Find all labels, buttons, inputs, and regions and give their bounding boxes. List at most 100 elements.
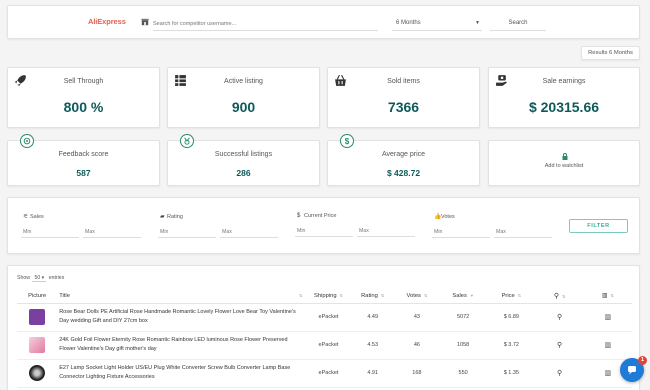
filter-label: Current Price	[304, 213, 337, 219]
sales-max-input[interactable]: Max	[83, 229, 141, 238]
stat-sold-items: Sold items 7366	[327, 67, 480, 128]
sales-min-input[interactable]: Min	[21, 229, 79, 238]
votes-min-input[interactable]: Min	[432, 229, 490, 238]
rating-max-input[interactable]: Max	[220, 229, 278, 238]
lock-icon	[562, 153, 568, 160]
results-period-badge: Results 6 Months	[581, 46, 640, 60]
sort-icon: ⇅	[610, 293, 614, 299]
cell-shipping: ePacket	[306, 359, 351, 388]
stat-value: 587	[76, 168, 91, 178]
sort-icon: ⇅	[380, 292, 385, 298]
search-icon: ⚲	[557, 370, 563, 377]
chat-icon	[628, 366, 636, 375]
stat-value: $ 428.72	[386, 168, 421, 178]
col-picture[interactable]: Picture	[17, 289, 58, 304]
col-label: Rating	[361, 292, 378, 299]
competitor-search-input[interactable]	[153, 17, 378, 31]
sort-icon: ⇅	[561, 293, 566, 299]
period-select[interactable]: 6 Months ▼	[392, 17, 482, 31]
filter-rating: ▰ Rating Min Max	[158, 213, 278, 238]
cell-rating: 4.49	[350, 303, 395, 332]
products-table: Picture Title ⇅ Shipping ⇅ Rating ⇅ Votes ⇅ …	[17, 289, 632, 388]
table-header-row: Picture Title ⇅ Shipping ⇅ Rating ⇅ Votes ⇅ …	[17, 289, 632, 304]
row-chart-button[interactable]: ▥	[583, 331, 632, 360]
cell-votes: 46	[394, 331, 439, 360]
entries-length-control: Show 50 ▾ entries	[17, 275, 64, 282]
table-row[interactable]: Rose Bear Dolls PE Artificial Rose Handm…	[17, 303, 632, 332]
cell-rating: 4.53	[350, 331, 395, 360]
chevron-down-icon: ▼	[475, 20, 480, 26]
dollar-icon: $	[297, 213, 301, 219]
cell-votes: 168	[394, 359, 439, 388]
stat-sell-through: Sell Through 800 %	[7, 67, 160, 128]
col-title[interactable]: Title ⇅	[57, 289, 307, 304]
cell-shipping: ePacket	[306, 331, 351, 360]
product-thumbnail	[29, 309, 46, 325]
medal-icon	[180, 134, 194, 148]
cell-sales: 550	[439, 359, 488, 388]
stat-value: 286	[236, 168, 251, 178]
votes-max-input[interactable]: Max	[494, 229, 552, 238]
filter-label: Rating	[167, 214, 183, 220]
watchlist-label: Add to watchlist	[544, 163, 584, 169]
chat-notification-badge: 1	[638, 356, 647, 365]
col-price[interactable]: Price ⇅	[487, 289, 536, 304]
col-votes[interactable]: Votes ⇅	[394, 289, 439, 304]
stat-title: Sale earnings	[542, 78, 586, 85]
search-button[interactable]: Search	[490, 17, 546, 31]
search-icon: ⚲	[557, 314, 563, 321]
col-label: Shipping	[314, 292, 337, 299]
col-label: Picture	[28, 292, 47, 299]
row-search-button[interactable]: ⚲	[535, 359, 584, 388]
price-max-input[interactable]: Max	[357, 228, 415, 237]
products-table-card: Show 50 ▾ entries Picture Title ⇅ Shippin…	[7, 265, 640, 390]
search-icon: ⚲	[553, 292, 559, 300]
table-row[interactable]: E27 Lamp Socket Light Holder US/EU Plug …	[17, 359, 632, 388]
bar-chart-icon: ▥	[604, 342, 612, 349]
stat-title: Average price	[381, 151, 426, 158]
col-label: Sales	[452, 292, 467, 299]
sort-icon: ⇅	[299, 293, 303, 298]
aliexpress-logo: AliExpress	[88, 17, 126, 26]
dollar-icon: $	[340, 134, 354, 148]
entries-select[interactable]: 50 ▾	[32, 275, 47, 282]
search-bar: AliExpress 6 Months ▼ Search	[7, 5, 640, 39]
col-shipping[interactable]: Shipping ⇅	[306, 289, 351, 304]
product-title[interactable]: 24K Gold Foil Flower Eternity Rose Roman…	[57, 331, 307, 360]
row-search-button[interactable]: ⚲	[535, 331, 584, 360]
col-label: Votes	[406, 292, 421, 299]
sort-icon: ⇅	[339, 292, 343, 298]
stat-title: Active listing	[224, 78, 263, 85]
stat-successful-listings: Successful listings 286	[167, 134, 320, 186]
stat-value: $ 20315.66	[528, 99, 600, 115]
cell-sales: 1058	[439, 331, 488, 360]
search-icon: ⚲	[557, 342, 563, 349]
col-label: Title	[59, 292, 70, 299]
stat-value: 900	[231, 99, 256, 115]
cell-price: $ 1.35	[487, 359, 536, 388]
table-row[interactable]: 24K Gold Foil Flower Eternity Rose Roman…	[17, 331, 632, 360]
sliders-icon: ⚟	[23, 214, 29, 220]
row-chart-button[interactable]: ▥	[583, 303, 632, 332]
cell-votes: 43	[394, 303, 439, 332]
ticket-icon: ▰	[160, 214, 165, 220]
stat-title: Sell Through	[63, 78, 104, 85]
rating-min-input[interactable]: Min	[158, 229, 216, 238]
col-chart[interactable]: ▥ ⇅	[583, 289, 632, 304]
product-title[interactable]: Rose Bear Dolls PE Artificial Rose Handm…	[57, 303, 307, 332]
cell-price: $ 6.89	[487, 303, 536, 332]
add-to-watchlist-button[interactable]: Add to watchlist	[488, 140, 640, 186]
filter-current-price: $ Current Price Min Max	[295, 213, 415, 237]
stat-feedback-score: Feedback score 587	[7, 134, 160, 186]
sort-icon: ⇅	[423, 292, 428, 298]
col-sales[interactable]: Sales ▼	[439, 289, 488, 304]
price-min-input[interactable]: Min	[295, 228, 353, 237]
filter-button[interactable]: FILTER	[569, 219, 628, 233]
col-rating[interactable]: Rating ⇅	[350, 289, 395, 304]
bar-chart-icon: ▥	[604, 314, 612, 321]
row-search-button[interactable]: ⚲	[535, 303, 584, 332]
period-value: 6 Months	[396, 20, 421, 26]
product-title[interactable]: E27 Lamp Socket Light Holder US/EU Plug …	[57, 359, 307, 388]
product-thumbnail	[29, 337, 46, 353]
col-search[interactable]: ⚲ ⇅	[535, 289, 584, 304]
